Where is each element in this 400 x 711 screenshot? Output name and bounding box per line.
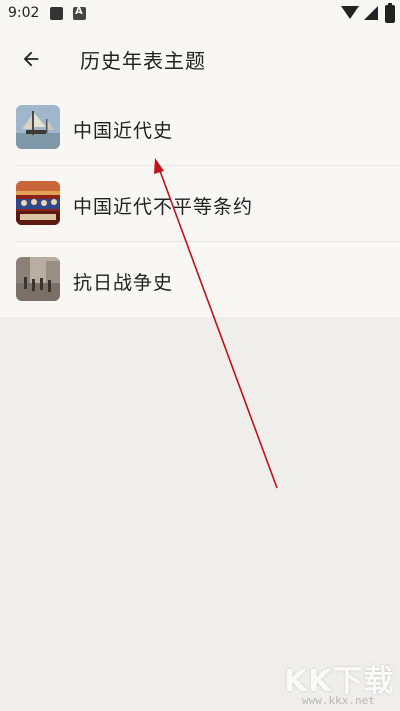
list-item-label: 中国近代不平等条约 [73,196,254,218]
list-item-unequal-treaties[interactable]: 中国近代不平等条约 [0,165,400,241]
list-item-label: 中国近代史 [73,120,174,142]
topic-list: 中国近代史 中国近代不平等条约 抗日战争史 [0,89,400,317]
battery-icon [385,3,395,23]
status-time: 9:02 [8,5,40,21]
sailing-ships-thumbnail [16,105,60,149]
image-notification-icon [50,7,63,20]
signal-icon [364,6,378,20]
page-title: 历史年表主题 [80,49,206,73]
list-item-anti-japanese-war[interactable]: 抗日战争史 [0,241,400,317]
list-item-label: 抗日战争史 [73,272,174,294]
back-button[interactable] [12,40,50,78]
watermark-url: www.kkx.net [302,694,375,707]
treaty-signing-thumbnail [16,181,60,225]
status-bar: 9:02 [0,0,400,28]
app-bar: 历史年表主题 [0,28,400,89]
list-item-modern-history[interactable]: 中国近代史 [0,89,400,165]
arrow-left-icon [23,51,39,67]
war-photo-thumbnail [16,257,60,301]
wifi-icon [341,6,359,19]
app-notification-icon [73,6,86,20]
